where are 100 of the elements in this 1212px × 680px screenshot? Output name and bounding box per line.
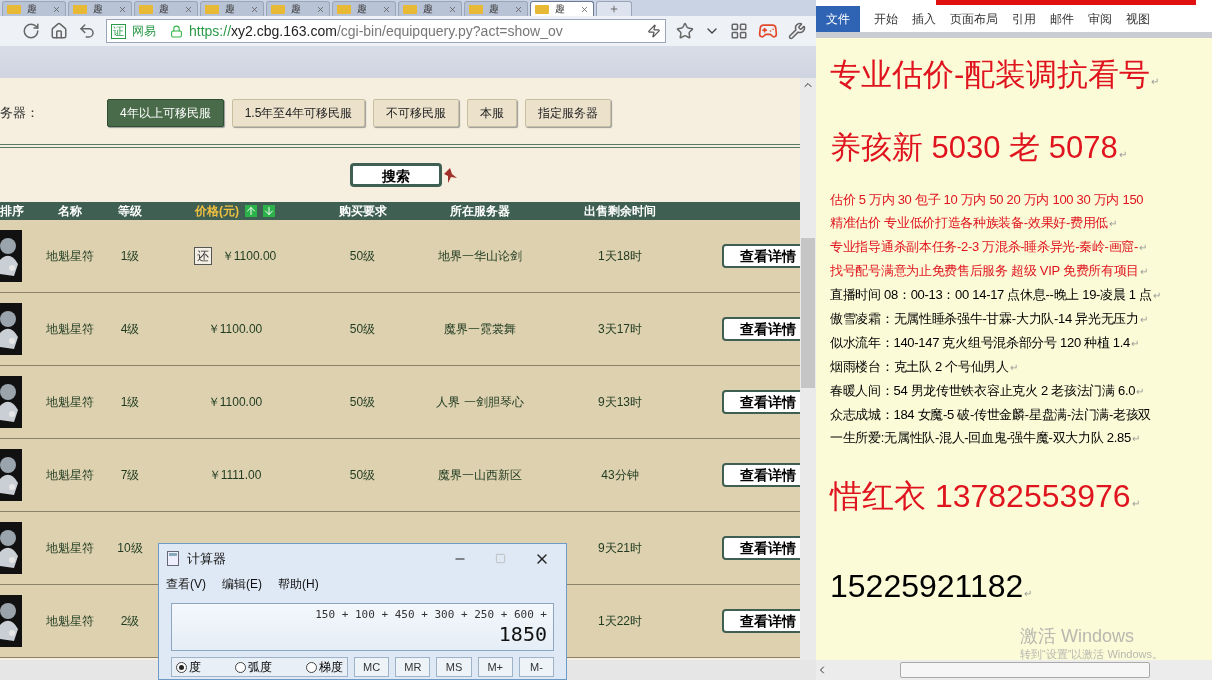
server-filter-button[interactable]: 1.5年至4年可移民服: [231, 99, 366, 127]
ribbon-knot-icon: [442, 166, 458, 184]
angle-mode-radio[interactable]: 度: [176, 661, 201, 673]
folder-icon: [73, 4, 87, 14]
search-button[interactable]: 搜索: [350, 163, 442, 187]
angle-mode-radio[interactable]: 梯度: [305, 661, 343, 673]
item-level: 1级: [119, 248, 141, 265]
column-header[interactable]: 购买要求: [315, 202, 410, 220]
url-text: https://xy2.cbg.163.com/cgi-bin/equipquery.py?act=show_ov: [189, 21, 563, 41]
address-bar[interactable]: 证 网易 https://xy2.cbg.163.com/cgi-bin/equipquery.py?act=show_ov: [106, 19, 666, 43]
item-level: 7级: [119, 467, 141, 484]
item-name: 地魁星符: [45, 467, 95, 484]
scrollbar-thumb[interactable]: [801, 238, 815, 388]
vertical-scrollbar[interactable]: [800, 78, 816, 660]
document-line: 惜红衣 13782553976↵: [830, 477, 1140, 516]
item-price: ￥1111.00: [208, 467, 262, 484]
time-left: 9天21时: [597, 540, 643, 557]
lightning-icon[interactable]: [647, 24, 661, 38]
ribbon-tab[interactable]: 插入: [912, 6, 936, 32]
browser-tab[interactable]: 趣: [398, 1, 462, 16]
folder-icon: [535, 4, 549, 14]
ribbon-tab[interactable]: 文件: [816, 6, 860, 32]
browser-tab[interactable]: 趣: [332, 1, 396, 16]
refresh-icon[interactable]: [22, 22, 40, 40]
ribbon-tab[interactable]: 视图: [1126, 6, 1150, 32]
tab-title: 趣: [357, 4, 367, 14]
view-details-button[interactable]: 查看详情: [722, 536, 802, 560]
server-name: 人界 一剑胆琴心: [436, 394, 524, 411]
tab-title: 趣: [27, 4, 37, 14]
tab-title: 趣: [93, 4, 103, 14]
document-line: 一生所爱:无属性队-混人-回血鬼-强牛魔-双大力队 2.85↵: [830, 429, 1140, 447]
memory-button[interactable]: MS: [436, 657, 472, 677]
item-level: 2级: [119, 613, 141, 630]
view-details-button[interactable]: 查看详情: [722, 609, 802, 633]
column-header[interactable]: 价格(元): [195, 202, 239, 220]
undo-icon[interactable]: [78, 22, 96, 40]
server-filter-button[interactable]: 4年以上可移民服: [107, 99, 224, 127]
browser-tab[interactable]: 趣: [530, 1, 594, 16]
scrollbar-thumb[interactable]: [900, 662, 1150, 678]
memory-button[interactable]: MR: [395, 657, 431, 677]
item-level: 10级: [116, 540, 144, 557]
server-filter-button[interactable]: 指定服务器: [525, 99, 612, 127]
plus-icon: [609, 4, 619, 14]
column-header[interactable]: 出售剩余时间: [550, 202, 690, 220]
wrench-icon[interactable]: [788, 22, 806, 40]
ribbon-tab[interactable]: 审阅: [1088, 6, 1112, 32]
browser-tab[interactable]: 趣: [266, 1, 330, 16]
home-icon[interactable]: [50, 22, 68, 40]
tab-title: 趣: [225, 4, 235, 14]
browser-tab[interactable]: 趣: [200, 1, 264, 16]
time-left: 9天13时: [597, 394, 643, 411]
gamepad-icon[interactable]: [758, 21, 778, 41]
server-name: 地界一华山论剑: [438, 248, 522, 265]
document-line: 找号配号满意为止免费售后服务 超级 VIP 免费所有项目↵: [830, 262, 1148, 280]
browser-tab[interactable]: 趣: [2, 1, 66, 16]
column-header[interactable]: 名称: [35, 202, 105, 220]
star-icon[interactable]: [676, 22, 694, 40]
server-filter-button[interactable]: 本服: [467, 99, 518, 127]
browser-tab[interactable]: 趣: [134, 1, 198, 16]
maximize-icon[interactable]: [495, 553, 506, 564]
view-details-button[interactable]: 查看详情: [722, 244, 802, 268]
view-details-button[interactable]: 查看详情: [722, 317, 802, 341]
ribbon-tab[interactable]: 引用: [1012, 6, 1036, 32]
sort-up-icon[interactable]: [245, 205, 257, 217]
server-name: 魔界一山西新区: [438, 467, 522, 484]
tab-title: 趣: [489, 4, 499, 14]
sort-down-icon[interactable]: [263, 205, 275, 217]
folder-icon: [271, 4, 285, 14]
view-details-button[interactable]: 查看详情: [722, 390, 802, 414]
grid-icon[interactable]: [730, 22, 748, 40]
horizontal-scrollbar[interactable]: [816, 660, 1212, 680]
lock-icon: [170, 24, 183, 38]
column-header[interactable]: 排序: [0, 202, 35, 220]
angle-mode-radio[interactable]: 弧度: [235, 661, 272, 673]
server-filter-button[interactable]: 不可移民服: [373, 99, 460, 127]
view-details-button[interactable]: 查看详情: [722, 463, 802, 487]
ribbon-tab[interactable]: 页面布局: [950, 6, 998, 32]
memory-button[interactable]: MC: [353, 657, 390, 677]
menu-item[interactable]: 编辑(E): [222, 575, 262, 593]
memory-button[interactable]: M-: [518, 657, 554, 677]
browser-tab[interactable]: 趣: [464, 1, 528, 16]
document-line: 烟雨楼台：克土队 2 个号仙男人↵: [830, 358, 1018, 376]
menu-item[interactable]: 查看(V): [166, 575, 206, 593]
return-badge: 还: [193, 247, 212, 265]
result-text: 1850: [498, 622, 547, 646]
menu-item[interactable]: 帮助(H): [278, 575, 319, 593]
ribbon-tab[interactable]: 邮件: [1050, 6, 1074, 32]
document-line: 似水流年：140-147 克火组号混杀部分号 120 种植 1.4↵: [830, 334, 1139, 352]
calculator-icon: [167, 551, 179, 566]
ribbon-tab[interactable]: 开始: [874, 6, 898, 32]
verified-badge: 证: [111, 23, 126, 39]
folder-icon: [7, 4, 21, 14]
column-header[interactable]: 等级: [105, 202, 155, 220]
column-header[interactable]: 所在服务器: [410, 202, 550, 220]
time-left: 3天17时: [597, 321, 643, 338]
tab-title: 趣: [159, 4, 169, 14]
browser-tab[interactable]: 趣: [68, 1, 132, 16]
tab-title: 趣: [291, 4, 301, 14]
new-tab-button[interactable]: [596, 1, 632, 16]
memory-button[interactable]: M+: [477, 657, 513, 677]
